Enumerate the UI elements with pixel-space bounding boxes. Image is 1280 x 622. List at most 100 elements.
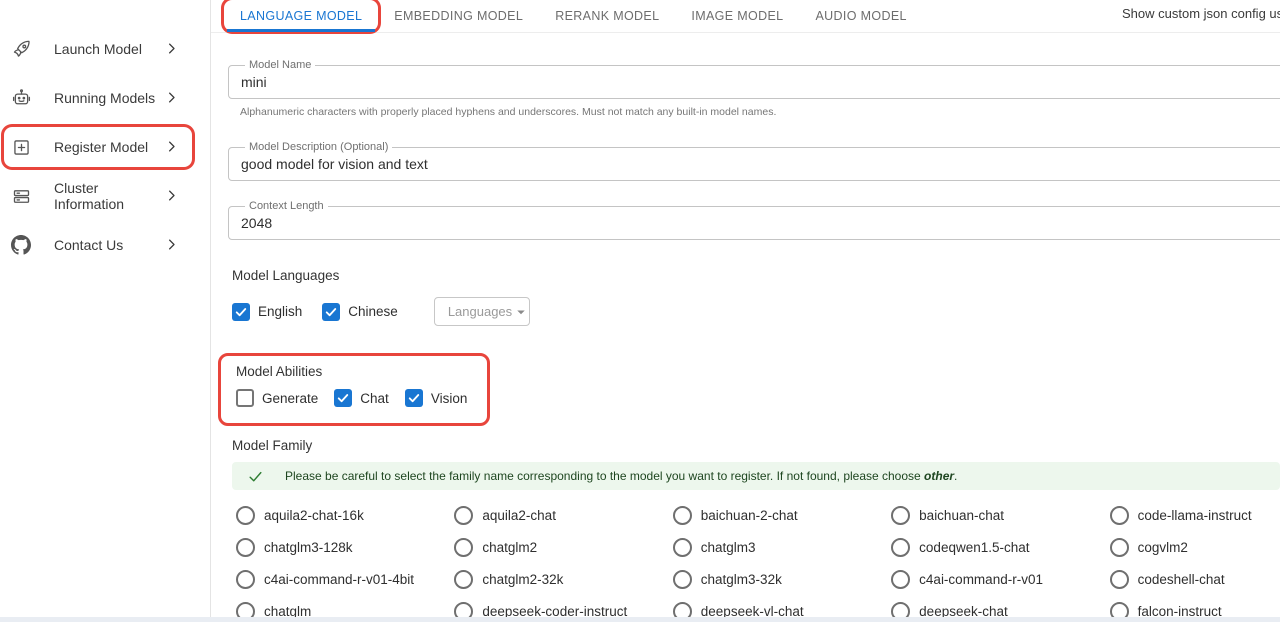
- checkbox-chat[interactable]: Chat: [334, 389, 389, 407]
- tab-embedding-model[interactable]: EMBEDDING MODEL: [378, 0, 539, 31]
- checkbox-english[interactable]: English: [232, 303, 302, 321]
- radio-button[interactable]: [673, 506, 692, 525]
- model-family-notice: Please be careful to select the family n…: [232, 462, 1280, 490]
- model-description-input[interactable]: [241, 153, 1212, 172]
- radio-button[interactable]: [673, 570, 692, 589]
- model-languages-label: Model Languages: [232, 268, 1280, 283]
- model-family-option[interactable]: baichuan-chat: [887, 506, 1105, 525]
- checkbox-checked-icon[interactable]: [334, 389, 352, 407]
- tab-label: LANGUAGE MODEL: [240, 9, 362, 23]
- robot-icon: [10, 87, 32, 109]
- sidebar-item-label: Cluster Information: [54, 180, 164, 212]
- radio-button[interactable]: [673, 538, 692, 557]
- model-languages-row: English Chinese Languages: [232, 297, 1280, 326]
- checkbox-checked-icon[interactable]: [405, 389, 423, 407]
- sidebar-item-label: Launch Model: [54, 41, 164, 57]
- plus-square-icon: [10, 136, 32, 158]
- show-json-config-link[interactable]: Show custom json config used b: [1122, 6, 1280, 21]
- sidebar-nav: Launch Model: [0, 0, 210, 265]
- tab-bar: LANGUAGE MODEL EMBEDDING MODEL RERANK MO…: [211, 0, 1280, 33]
- checkbox-vision[interactable]: Vision: [405, 389, 468, 407]
- model-family-notice-text: Please be careful to select the family n…: [285, 469, 957, 483]
- languages-select[interactable]: Languages: [434, 297, 530, 326]
- model-family-option[interactable]: codeshell-chat: [1106, 570, 1280, 589]
- radio-button[interactable]: [891, 570, 910, 589]
- model-family-option[interactable]: chatglm3-128k: [232, 538, 450, 557]
- model-name-helper-text: Alphanumeric characters with properly pl…: [240, 106, 1280, 118]
- model-family-option[interactable]: cogvlm2: [1106, 538, 1280, 557]
- radio-button[interactable]: [1110, 506, 1129, 525]
- model-name-input[interactable]: [241, 71, 1212, 90]
- radio-button[interactable]: [236, 570, 255, 589]
- radio-button[interactable]: [891, 506, 910, 525]
- radio-button[interactable]: [236, 506, 255, 525]
- radio-button[interactable]: [236, 538, 255, 557]
- sidebar-item-label: Running Models: [54, 90, 164, 106]
- tab-label: AUDIO MODEL: [815, 9, 906, 23]
- model-name-field[interactable]: Model Name: [228, 60, 1280, 99]
- checkbox-label: Chinese: [348, 304, 398, 319]
- tab-image-model[interactable]: IMAGE MODEL: [675, 0, 799, 31]
- radio-button[interactable]: [1110, 538, 1129, 557]
- tab-label: RERANK MODEL: [555, 9, 659, 23]
- model-family-option[interactable]: chatglm2: [450, 538, 668, 557]
- radio-button[interactable]: [454, 538, 473, 557]
- model-family-option[interactable]: code-llama-instruct: [1106, 506, 1280, 525]
- main-content: LANGUAGE MODEL EMBEDDING MODEL RERANK MO…: [211, 0, 1280, 622]
- tab-rerank-model[interactable]: RERANK MODEL: [539, 0, 675, 31]
- radio-button[interactable]: [1110, 570, 1129, 589]
- radio-button[interactable]: [891, 538, 910, 557]
- context-length-input[interactable]: [241, 212, 1212, 231]
- radio-button[interactable]: [454, 570, 473, 589]
- checkbox-unchecked-icon[interactable]: [236, 389, 254, 407]
- model-family-option[interactable]: aquila2-chat: [450, 506, 668, 525]
- tab-label: EMBEDDING MODEL: [394, 9, 523, 23]
- checkbox-label: Generate: [262, 391, 318, 406]
- checkbox-checked-icon[interactable]: [322, 303, 340, 321]
- github-icon: [10, 234, 32, 256]
- model-family-option[interactable]: chatglm3: [669, 538, 887, 557]
- rocket-icon: [10, 38, 32, 60]
- sidebar: Launch Model: [0, 0, 211, 622]
- model-family-option[interactable]: c4ai-command-r-v01: [887, 570, 1105, 589]
- cluster-icon: [10, 185, 32, 207]
- model-description-field[interactable]: Model Description (Optional): [228, 142, 1280, 181]
- chevron-right-icon: [164, 139, 180, 155]
- tab-audio-model[interactable]: AUDIO MODEL: [799, 0, 922, 31]
- radio-button[interactable]: [454, 506, 473, 525]
- sidebar-item-cluster-information[interactable]: Cluster Information: [4, 176, 192, 216]
- model-name-label: Model Name: [245, 60, 315, 71]
- tabbar-divider: [211, 32, 1280, 33]
- model-family-option[interactable]: c4ai-command-r-v01-4bit: [232, 570, 450, 589]
- sidebar-item-running-models[interactable]: Running Models: [4, 78, 192, 118]
- tab-language-model[interactable]: LANGUAGE MODEL: [224, 0, 378, 31]
- context-length-field[interactable]: Context Length: [228, 201, 1280, 240]
- checkbox-generate[interactable]: Generate: [236, 389, 318, 407]
- app-root: Launch Model: [0, 0, 1280, 622]
- register-model-form: Model Name Alphanumeric characters with …: [211, 60, 1280, 622]
- model-description-label: Model Description (Optional): [245, 142, 392, 153]
- sidebar-item-launch-model[interactable]: Launch Model: [4, 29, 192, 69]
- model-family-option[interactable]: codeqwen1.5-chat: [887, 538, 1105, 557]
- sidebar-item-label: Contact Us: [54, 237, 164, 253]
- bottom-strip: [0, 617, 1280, 622]
- chevron-right-icon: [164, 41, 180, 57]
- model-family-option[interactable]: chatglm2-32k: [450, 570, 668, 589]
- check-icon: [247, 468, 264, 485]
- model-family-options-grid: aquila2-chat-16k aquila2-chat baichuan-2…: [232, 499, 1280, 622]
- context-length-label: Context Length: [245, 201, 328, 212]
- model-family-label: Model Family: [232, 438, 1280, 453]
- chevron-right-icon: [164, 237, 180, 253]
- checkbox-label: English: [258, 304, 302, 319]
- model-abilities-row: Generate Chat Vision: [236, 389, 487, 407]
- checkbox-checked-icon[interactable]: [232, 303, 250, 321]
- checkbox-chinese[interactable]: Chinese: [322, 303, 398, 321]
- model-family-option[interactable]: chatglm3-32k: [669, 570, 887, 589]
- model-abilities-label: Model Abilities: [236, 364, 487, 379]
- sidebar-item-contact-us[interactable]: Contact Us: [4, 225, 192, 265]
- model-family-option[interactable]: aquila2-chat-16k: [232, 506, 450, 525]
- model-family-option[interactable]: baichuan-2-chat: [669, 506, 887, 525]
- checkbox-label: Vision: [431, 391, 468, 406]
- sidebar-item-register-model[interactable]: Register Model: [4, 127, 192, 167]
- languages-select-value: Languages: [435, 304, 512, 319]
